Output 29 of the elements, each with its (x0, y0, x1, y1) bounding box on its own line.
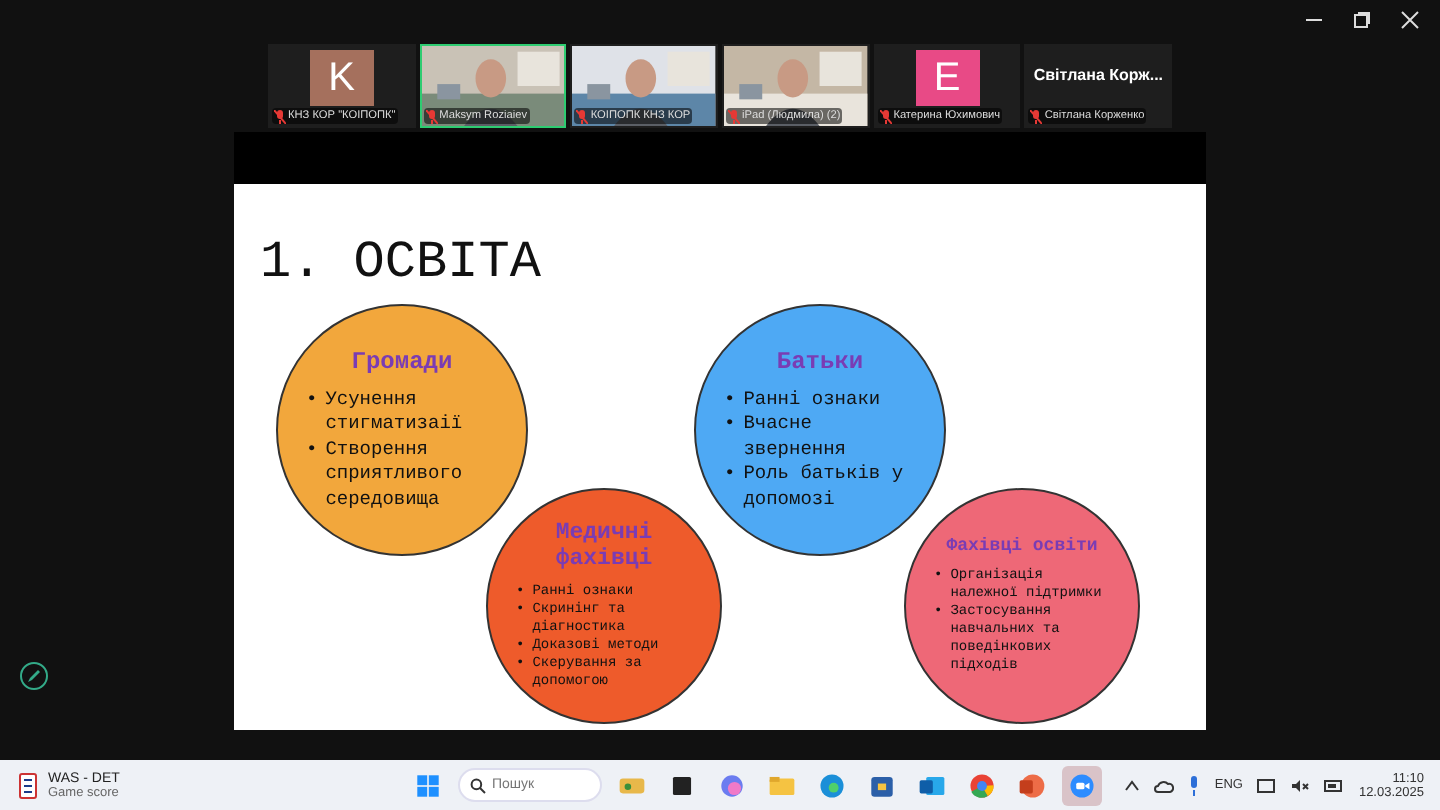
microphone-icon[interactable] (1188, 775, 1201, 795)
pencil-icon[interactable] (26, 668, 42, 684)
circle-heading: Фахівці освіти (946, 535, 1098, 556)
bullet-item: Ранні ознаки (743, 388, 881, 413)
pen-button[interactable] (20, 662, 48, 690)
cloud-icon[interactable] (1154, 775, 1175, 795)
close-icon[interactable] (1400, 10, 1420, 30)
bullet-item: Роль батьків у допомозі (743, 462, 906, 512)
avatar: K (309, 50, 374, 106)
bullet-item: Створення сприятливого середовища (325, 437, 465, 512)
bullet-marker: • (724, 412, 736, 438)
bullet-marker: • (724, 388, 736, 413)
battery-icon[interactable] (1324, 777, 1345, 793)
slide-title: 1. ОСВІТА (260, 232, 541, 292)
bullet-item: Вчасне звернення (743, 412, 849, 463)
circle-heading: Медичні фахівці (553, 519, 655, 572)
chevron-up-icon[interactable] (1124, 777, 1141, 793)
bullet-marker: • (724, 462, 736, 488)
circle-heading: Громади (351, 348, 453, 377)
muted-speaker-icon[interactable] (1290, 775, 1311, 795)
circle-heading: Батьки (776, 348, 864, 377)
search-icon (470, 777, 486, 793)
bullet-marker: • (306, 388, 318, 413)
avatar: E (915, 50, 980, 106)
participant-name: Світлана Корж... (1033, 66, 1164, 84)
restore-icon[interactable] (1352, 10, 1372, 30)
bullet-item: Усунення стигматизаії (325, 388, 465, 438)
sports-icon[interactable] (16, 771, 40, 799)
bullet-marker: • (306, 437, 318, 463)
